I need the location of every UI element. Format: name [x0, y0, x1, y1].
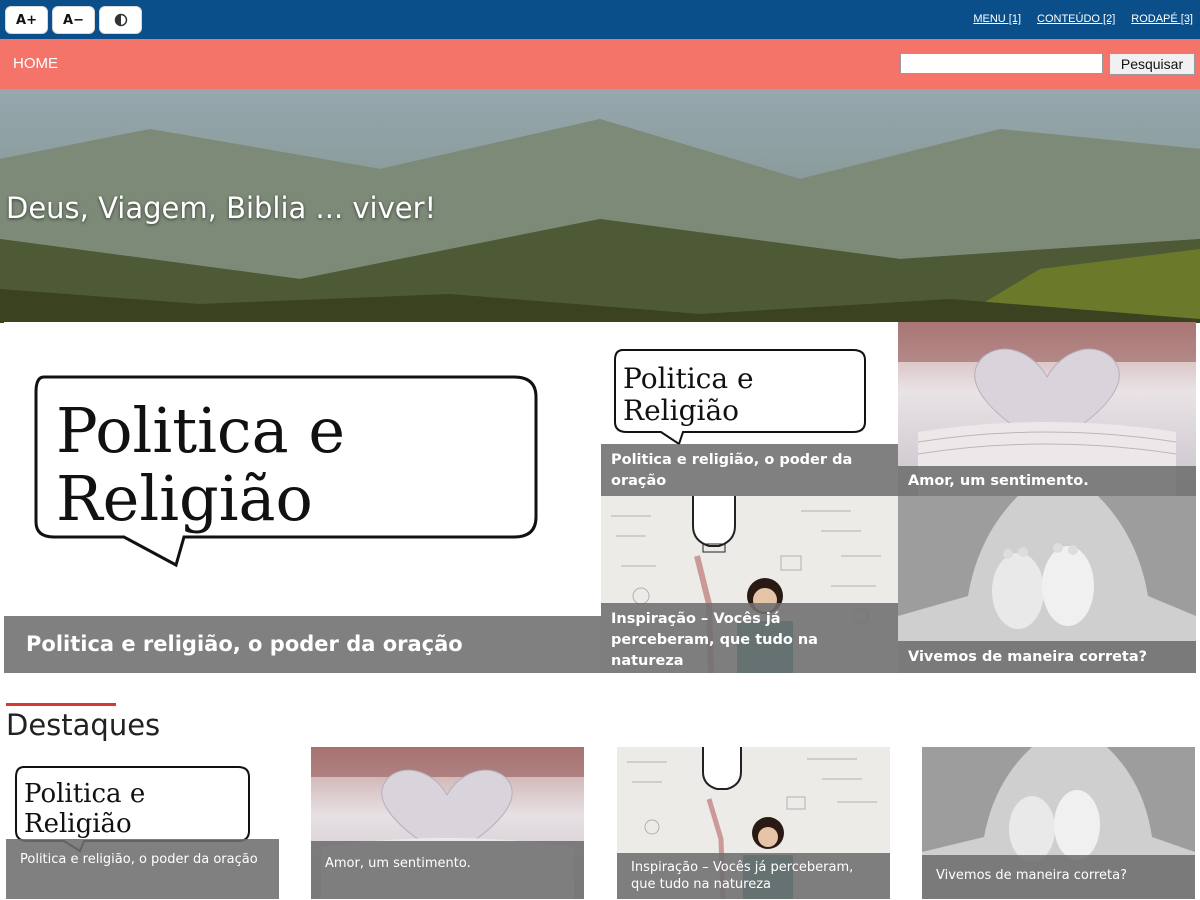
featured-tile[interactable]: Amor, um sentimento.	[898, 322, 1196, 496]
decrease-font-button[interactable]: A−	[52, 6, 95, 34]
highlight-card[interactable]: Amor, um sentimento.	[311, 747, 584, 899]
main-nav: HOME Pesquisar	[0, 39, 1200, 89]
search-button[interactable]: Pesquisar	[1109, 53, 1195, 75]
hero-title: Deus, Viagem, Biblia ... viver!	[6, 191, 437, 225]
speech-bubble-image: Politica e Religião	[34, 375, 538, 568]
highlight-card-caption: Inspiração – Vocês já perceberam, que tu…	[617, 853, 890, 899]
featured-tile-caption: Politica e religião, o poder da oração	[601, 444, 898, 496]
hero-banner: Deus, Viagem, Biblia ... viver!	[0, 89, 1200, 323]
highlight-card[interactable]: Politica e Religião Politica e religião,…	[6, 747, 279, 899]
featured-tile-caption: Amor, um sentimento.	[898, 466, 1196, 496]
image-text-line1: Politica e	[24, 779, 145, 809]
highlight-card-caption: Amor, um sentimento.	[311, 841, 584, 899]
featured-main-caption: Politica e religião, o poder da oração	[4, 616, 601, 673]
highlight-card[interactable]: Inspiração – Vocês já perceberam, que tu…	[617, 747, 890, 899]
highlight-card[interactable]: Vivemos de maneira correta?	[922, 747, 1195, 899]
contrast-button[interactable]	[99, 6, 142, 34]
image-text-line2: Religião	[623, 394, 739, 427]
section-accent-line	[6, 703, 116, 706]
image-text-line1: Politica e	[56, 394, 345, 467]
image-text-line2: Religião	[24, 809, 132, 839]
featured-tile[interactable]: Politica e Religião Politica e religião,…	[601, 322, 898, 496]
featured-main-post[interactable]: Politica e Religião Politica e religião,…	[4, 322, 601, 673]
featured-tile-caption: Vivemos de maneira correta?	[898, 641, 1196, 673]
highlight-card-caption: Vivemos de maneira correta?	[922, 855, 1195, 899]
skip-links: MENU [1] CONTEÚDO [2] RODAPÉ [3]	[973, 13, 1193, 25]
image-text-line2: Religião	[56, 462, 313, 535]
featured-tile-caption: Inspiração – Vocês já perceberam, que tu…	[601, 603, 898, 673]
skip-to-content-link[interactable]: CONTEÚDO [2]	[1037, 13, 1115, 25]
image-text-line1: Politica e	[623, 362, 754, 395]
featured-tile[interactable]: Inspiração – Vocês já perceberam, que tu…	[601, 496, 898, 673]
accessibility-bar: A+ A− MENU [1] CONTEÚDO [2] RODAPÉ [3]	[0, 0, 1200, 39]
skip-to-footer-link[interactable]: RODAPÉ [3]	[1131, 13, 1193, 25]
search-input[interactable]	[900, 53, 1103, 74]
increase-font-button[interactable]: A+	[5, 6, 48, 34]
contrast-icon	[114, 13, 127, 27]
featured-tile[interactable]: Vivemos de maneira correta?	[898, 496, 1196, 673]
highlights-title: Destaques	[6, 708, 161, 742]
highlight-card-caption: Politica e religião, o poder da oração	[6, 839, 279, 899]
nav-home-link[interactable]: HOME	[13, 55, 58, 72]
skip-to-menu-link[interactable]: MENU [1]	[973, 13, 1021, 25]
